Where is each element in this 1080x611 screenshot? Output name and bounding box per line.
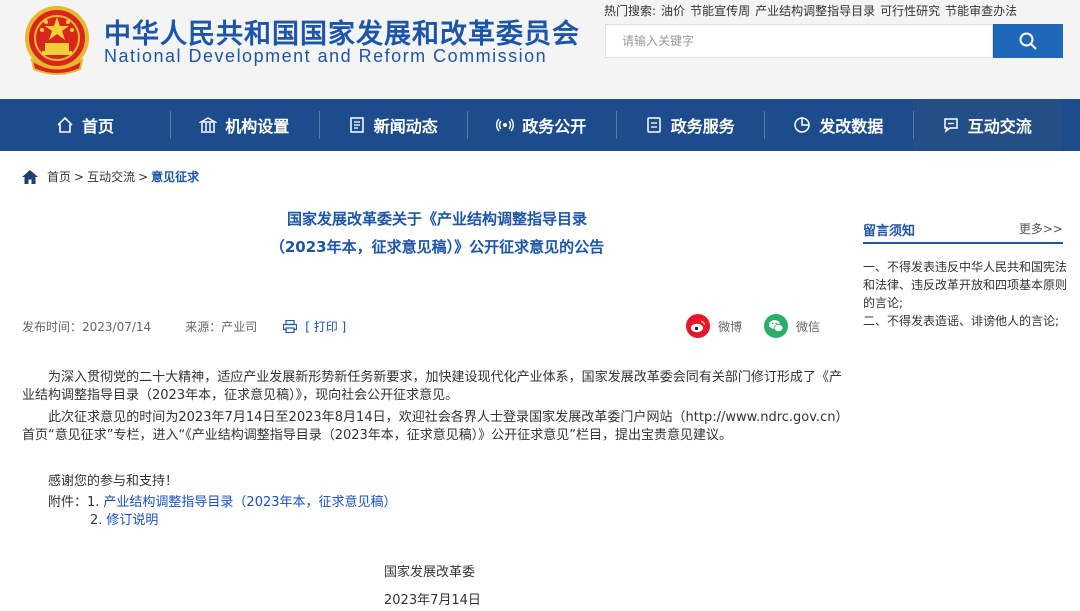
sidebar-rule-1: 一、不得发表违反中华人民共和国宪法和法律、违反改革开放和四项基本原则的言论; bbox=[863, 260, 1068, 310]
news-icon bbox=[349, 117, 364, 133]
nav-item-institution[interactable]: 机构设置 bbox=[170, 99, 319, 151]
breadcrumb-separator: > bbox=[74, 169, 85, 184]
service-icon bbox=[646, 117, 661, 133]
home-icon bbox=[22, 169, 38, 184]
sidebar-rule-2: 二、不得发表造谣、诽谤他人的言论; bbox=[863, 314, 1060, 328]
nav-item-data[interactable]: 发改数据 bbox=[764, 99, 913, 151]
nav-item-interaction[interactable]: 互动交流 bbox=[912, 99, 1061, 151]
sign-date: 2023年7月14日 bbox=[384, 593, 481, 608]
sidebar-header: 留言须知 更多>> bbox=[863, 220, 1063, 244]
sidebar-more-link[interactable]: 更多>> bbox=[1019, 220, 1063, 237]
search-input[interactable]: 请输入关键字 bbox=[605, 24, 993, 58]
broadcast-icon bbox=[496, 118, 515, 132]
publish-date: 2023/07/14 bbox=[82, 319, 152, 334]
site-title-english[interactable]: National Development and Reform Commissi… bbox=[104, 46, 547, 67]
breadcrumb: 首页 > 互动交流 > 意见征求 bbox=[22, 168, 199, 185]
attachment-label: 附件： bbox=[48, 495, 88, 510]
hot-term-link[interactable]: 节能宣传周 bbox=[690, 4, 750, 18]
share-weibo-button[interactable]: 微博 bbox=[686, 314, 742, 338]
nav-label: 发改数据 bbox=[819, 117, 884, 136]
article-title-line-1: 国家发展改革委关于《产业结构调整指导目录 bbox=[286, 210, 587, 228]
paragraph-intro: 为深入贯彻党的二十大精神，适应产业发展新形势新任务新要求，加快建设现代化产业体系… bbox=[22, 370, 842, 403]
nav-label: 政务公开 bbox=[522, 117, 587, 136]
signer: 国家发展改革委 bbox=[384, 565, 476, 580]
article-title-line-2: （2023年本，征求意见稿）》公开征求意见的公告 bbox=[269, 238, 605, 256]
source-value: 产业司 bbox=[221, 320, 258, 334]
nav-label: 政务服务 bbox=[670, 117, 735, 136]
hot-term-link[interactable]: 节能审查办法 bbox=[945, 4, 1017, 18]
search-icon bbox=[1019, 32, 1037, 50]
hot-term-link[interactable]: 可行性研究 bbox=[880, 4, 940, 18]
nav-label: 互动交流 bbox=[967, 117, 1032, 136]
attachment-number: 1. bbox=[87, 495, 100, 510]
attachment-number: 2. bbox=[90, 513, 103, 528]
publish-label: 发布时间： bbox=[22, 320, 83, 334]
nav-label: 首页 bbox=[81, 117, 114, 136]
attachments: 附件： 1. 产业结构调整指导目录（2023年本，征求意见稿） 2. 修订说明 bbox=[48, 494, 397, 530]
breadcrumb-current[interactable]: 意见征求 bbox=[151, 168, 199, 185]
printer-icon bbox=[283, 320, 298, 333]
attachment-link-notes[interactable]: 修订说明 bbox=[106, 512, 158, 530]
hot-term-link[interactable]: 油价 bbox=[661, 4, 685, 18]
attachment-link-catalog[interactable]: 产业结构调整指导目录（2023年本，征求意见稿） bbox=[103, 494, 396, 512]
sidebar-title: 留言须知 bbox=[863, 224, 916, 239]
national-emblem-icon[interactable] bbox=[22, 5, 92, 77]
nav-item-services[interactable]: 政务服务 bbox=[615, 99, 765, 151]
hot-search-label: 热门搜索: bbox=[604, 4, 657, 18]
attachment-row: 附件： 1. 产业结构调整指导目录（2023年本，征求意见稿） bbox=[48, 494, 397, 512]
site-header: 中华人民共和国国家发展和改革委员会 National Development a… bbox=[0, 0, 1080, 99]
pie-chart-icon bbox=[794, 117, 810, 133]
print-label: [ 打印 ] bbox=[305, 320, 347, 334]
chat-icon bbox=[943, 118, 958, 134]
attachment-row: 2. 修订说明 bbox=[48, 512, 397, 530]
home-icon bbox=[57, 116, 73, 133]
source-label: 来源： bbox=[185, 320, 222, 334]
nav-item-news[interactable]: 新闻动态 bbox=[318, 99, 468, 151]
sidebar-rules: 一、不得发表违反中华人民共和国宪法和法律、违反改革开放和四项基本原则的言论; 二… bbox=[863, 258, 1068, 330]
paragraph-period: 此次征求意见的时间为2023年7月14日至2023年8月14日，欢迎社会各界人士… bbox=[22, 410, 842, 443]
breadcrumb-separator: > bbox=[138, 169, 149, 184]
nav-label: 新闻动态 bbox=[373, 117, 438, 136]
wechat-icon bbox=[764, 314, 788, 338]
nav-label: 机构设置 bbox=[225, 117, 290, 136]
paragraph-thanks: 感谢您的参与和支持！ bbox=[48, 474, 179, 489]
breadcrumb-section[interactable]: 互动交流 bbox=[87, 168, 135, 185]
nav-item-public-affairs[interactable]: 政务公开 bbox=[467, 99, 616, 151]
share-wechat-button[interactable]: 微信 bbox=[764, 314, 820, 338]
nav-item-home[interactable]: 首页 bbox=[0, 99, 170, 151]
article-meta: 发布时间： 2023/07/14 来源： 产业司 [ 打印 ] bbox=[22, 318, 346, 335]
share-wechat-label: 微信 bbox=[796, 319, 821, 334]
hot-term-link[interactable]: 产业结构调整指导目录 bbox=[755, 4, 875, 18]
print-button[interactable]: [ 打印 ] bbox=[283, 318, 346, 335]
institution-icon bbox=[199, 117, 218, 133]
search-button[interactable] bbox=[993, 24, 1063, 58]
breadcrumb-home[interactable]: 首页 bbox=[47, 168, 71, 185]
weibo-icon bbox=[686, 314, 710, 338]
hot-search: 热门搜索: 油价 节能宣传周 产业结构调整指导目录 可行性研究 节能审查办法 bbox=[604, 2, 1022, 19]
share-weibo-label: 微博 bbox=[718, 319, 743, 334]
main-nav: 首页 机构设置 新闻动态 政务公开 政务服务 发改数据 互动交流 bbox=[0, 99, 1080, 151]
